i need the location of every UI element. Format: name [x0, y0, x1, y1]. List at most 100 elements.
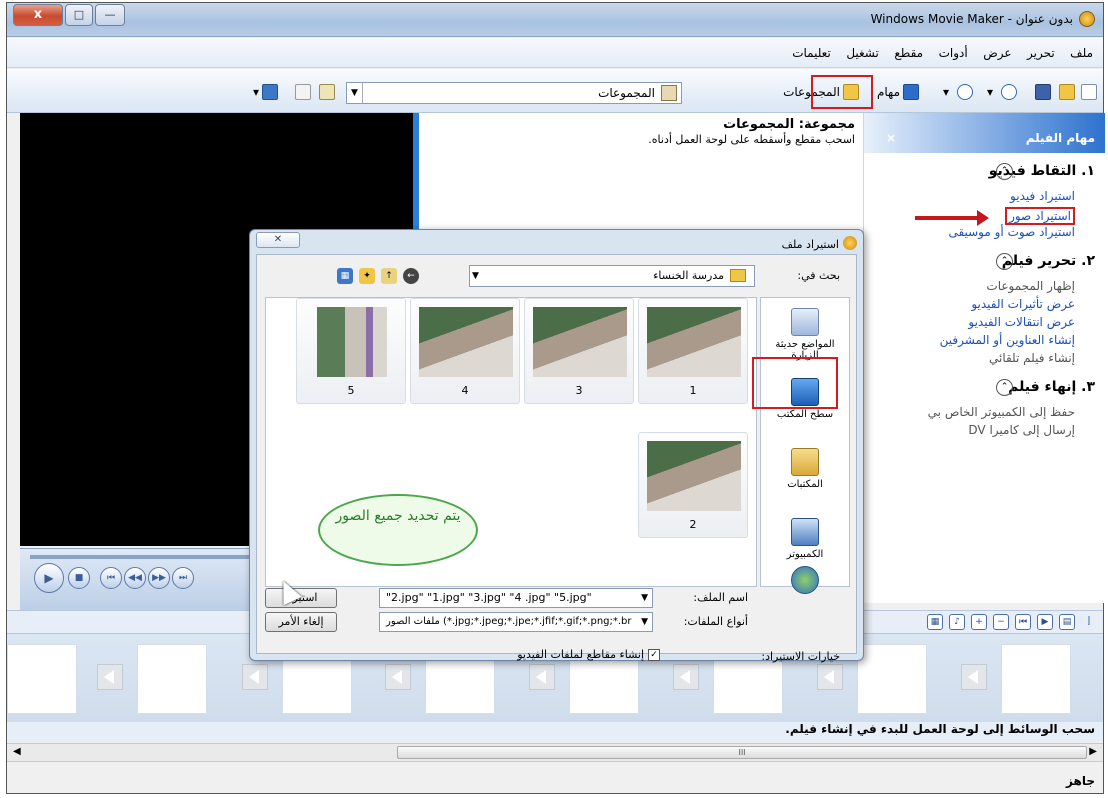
thumbnail-item[interactable]: 1 [638, 298, 748, 404]
dialog-close-button[interactable]: ✕ [256, 232, 300, 248]
views-button[interactable]: ▾ [253, 81, 279, 103]
thumbnail-item[interactable]: 2 [638, 432, 748, 538]
place-recent[interactable]: المواضع حديثة الزيارة [763, 308, 847, 361]
up-arrow-icon [319, 84, 335, 100]
task-make-titles-credits[interactable]: إنشاء العناوين أو المشرفين [864, 333, 1075, 351]
narrate-icon[interactable]: ♪ [949, 614, 965, 630]
thumbnail-item[interactable]: 5 [296, 298, 406, 404]
file-type-value: ملفات الصور (*.jpg;*.jpeg;*.jpe;*.jfif;*… [386, 616, 632, 627]
redo-dropdown[interactable]: ▾ [943, 81, 949, 103]
section-title[interactable]: ١. التقاط فيديو [864, 163, 1095, 183]
storyboard-cell[interactable] [137, 644, 207, 714]
section-edit-movie: ٢. تحرير فيلم ⌃ إظهار المجموعات عرض تأثي… [864, 253, 1105, 369]
zoom-in-icon[interactable]: + [971, 614, 987, 630]
computer-icon [791, 518, 819, 546]
chevron-up-icon[interactable]: ⌃ [996, 379, 1013, 396]
task-import-pictures[interactable]: استيراد صور [1005, 207, 1075, 225]
create-clips-checkbox[interactable]: ✓ إنشاء مقاطع لملفات الفيديو [517, 648, 660, 661]
transition-arrow-icon [529, 664, 555, 690]
previous-frame-button[interactable]: ⏮ [100, 567, 122, 589]
task-import-audio[interactable]: استيراد صوت أو موسيقى [864, 225, 1075, 243]
menu-tools[interactable]: أدوات [939, 46, 968, 60]
thumbnail-label: 5 [347, 384, 355, 397]
menu-clip[interactable]: مقطع [894, 46, 923, 60]
chevron-up-icon[interactable]: ⌃ [996, 253, 1013, 270]
task-view-video-effects[interactable]: عرض تأثيرات الفيديو [864, 297, 1075, 315]
horizontal-scrollbar[interactable]: ◀ III ▶ [7, 743, 1103, 761]
rewind-button[interactable]: ◀◀ [124, 567, 146, 589]
menu-bar: ملف تحرير عرض أدوات مقطع تشغيل تعليمات [7, 38, 1103, 68]
close-window-button[interactable]: x [13, 4, 63, 26]
scroll-right-button[interactable]: ▶ [1089, 746, 1097, 757]
menu-play[interactable]: تشغيل [846, 46, 879, 60]
chevron-up-icon[interactable]: ⌃ [996, 163, 1013, 180]
play-storyboard-icon[interactable]: ▶ [1037, 614, 1053, 630]
thumbnail-item[interactable]: 3 [524, 298, 634, 404]
new-folder-icon[interactable]: ✦ [359, 268, 375, 284]
import-button[interactable]: استيراد [265, 588, 337, 608]
section-title[interactable]: ٣. إنهاء فيلم [864, 379, 1095, 399]
file-list: 1 3 4 5 2 يتم تحديد جميع الصور [265, 297, 757, 587]
transition-arrow-icon [385, 664, 411, 690]
views-menu-icon[interactable]: ▦ [337, 268, 353, 284]
back-icon[interactable]: ← [403, 268, 419, 284]
storyboard-label: إ [1087, 616, 1091, 626]
task-view-video-transitions[interactable]: عرض انتقالات الفيديو [864, 315, 1075, 333]
place-libraries[interactable]: المكتبات [763, 448, 847, 490]
libraries-icon [791, 448, 819, 476]
menu-file[interactable]: ملف [1070, 46, 1093, 60]
scroll-thumb[interactable]: III [397, 746, 1087, 759]
maximize-button[interactable]: □ [65, 4, 93, 26]
menu-view[interactable]: عرض [983, 46, 1011, 60]
zoom-out-icon[interactable]: − [993, 614, 1009, 630]
file-type-select[interactable]: ملفات الصور (*.jpg;*.jpeg;*.jpe;*.jfif;*… [379, 612, 653, 632]
chevron-down-icon: ▼ [641, 593, 648, 603]
transition-arrow-icon [242, 664, 268, 690]
title-bar: x □ — بدون عنوان - Windows Movie Maker [7, 3, 1103, 37]
undo-dropdown[interactable]: ▾ [987, 81, 993, 103]
network-globe-icon [791, 566, 819, 594]
rewind-storyboard-icon[interactable]: ⏮ [1015, 614, 1031, 630]
task-make-automovie[interactable]: إنشاء فيلم تلقائي [864, 351, 1075, 369]
section-title[interactable]: ٢. تحرير فيلم [864, 253, 1095, 273]
open-project-button[interactable] [1059, 81, 1075, 103]
thumbnail-item[interactable]: 4 [410, 298, 520, 404]
task-send-to-dv-camera[interactable]: إرسال إلى كاميرا DV [864, 423, 1075, 441]
look-in-combo[interactable]: مدرسة الخنساء ▼ [469, 265, 755, 287]
storyboard-cell[interactable] [857, 644, 927, 714]
next-frame-button[interactable]: ⏭ [172, 567, 194, 589]
tasks-pane-header: مهام الفيلم × [864, 113, 1105, 153]
storyboard-cell[interactable] [1001, 644, 1071, 714]
photo-thumbnail [647, 307, 741, 377]
task-import-video[interactable]: استيراد فيديو [864, 189, 1075, 207]
cancel-button[interactable]: إلغاء الأمر [265, 612, 337, 632]
new-collection-button[interactable] [295, 81, 311, 103]
play-button[interactable]: ▶ [34, 563, 64, 593]
minimize-button[interactable]: — [95, 4, 125, 26]
storyboard-hint: سحب الوسائط إلى لوحة العمل للبدء في إنشا… [7, 722, 1103, 742]
tasks-pane-close-button[interactable]: × [886, 131, 896, 145]
redo-button[interactable] [957, 81, 973, 103]
file-name-input[interactable]: "2.jpg" "1.jpg" "3.jpg" "4 .jpg" "5.jpg"… [379, 588, 653, 608]
task-save-to-computer[interactable]: حفظ إلى الكمبيوتر الخاص بي [864, 405, 1075, 423]
menu-edit[interactable]: تحرير [1027, 46, 1055, 60]
undo-button[interactable] [1001, 81, 1017, 103]
file-name-value: "2.jpg" "1.jpg" "3.jpg" "4 .jpg" "5.jpg" [386, 591, 592, 604]
forward-button[interactable]: ▶▶ [148, 567, 170, 589]
place-network[interactable] [763, 566, 847, 597]
timeline-icon[interactable]: ▦ [927, 614, 943, 630]
save-project-button[interactable] [1035, 81, 1051, 103]
collections-combo[interactable]: المجموعات ▼ [346, 82, 682, 104]
place-computer[interactable]: الكمبيوتر [763, 518, 847, 560]
show-timeline-icon[interactable]: ▤ [1059, 614, 1075, 630]
task-show-collections[interactable]: إظهار المجموعات [864, 279, 1075, 297]
new-project-button[interactable] [1081, 81, 1097, 103]
collection-header: مجموعة: المجموعات اسحب مقطع وأسقطه على ل… [419, 113, 863, 163]
tasks-button[interactable]: مهام [877, 81, 919, 103]
up-level-button[interactable] [319, 81, 335, 103]
stop-button[interactable]: ■ [68, 567, 90, 589]
up-folder-icon[interactable]: ↑ [381, 268, 397, 284]
scroll-left-button[interactable]: ◀ [13, 746, 21, 757]
storyboard-cell[interactable] [7, 644, 77, 714]
menu-help[interactable]: تعليمات [792, 46, 831, 60]
